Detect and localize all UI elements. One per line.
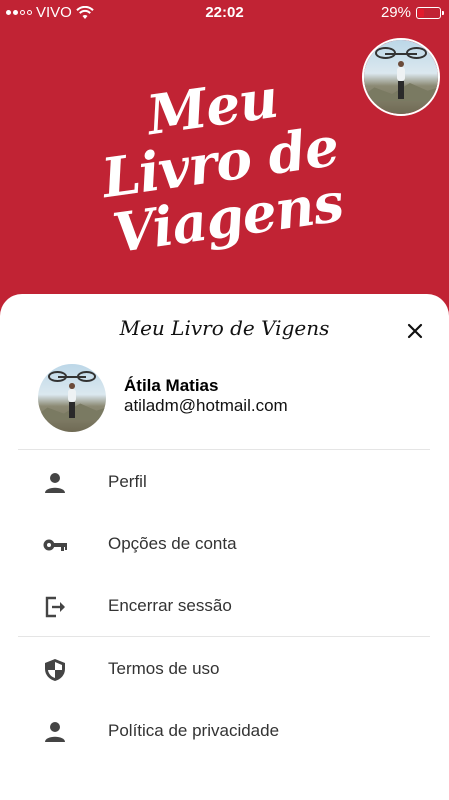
avatar-photo	[38, 364, 106, 432]
menu-item-encerrar-sessao[interactable]: Encerrar sessão	[0, 576, 449, 638]
key-icon	[43, 539, 67, 551]
menu-item-label: Encerrar sessão	[108, 596, 232, 615]
status-bar: VIVO 22:02 29%	[0, 0, 449, 24]
divider	[18, 636, 430, 637]
drawer-title: Meu Livro de Vigens	[119, 316, 330, 340]
battery-icon	[416, 6, 444, 19]
close-icon	[407, 323, 423, 339]
menu-item-label: Opções de conta	[108, 534, 237, 553]
menu-item-label: Perfil	[108, 472, 147, 491]
header-avatar[interactable]	[362, 38, 440, 116]
divider	[18, 449, 430, 450]
menu-item-opcoes-de-conta[interactable]: Opções de conta	[0, 514, 449, 576]
menu-item-label: Termos de uso	[108, 659, 220, 678]
user-email: atiladm@hotmail.com	[124, 396, 288, 415]
account-drawer: Meu Livro de Vigens Átila Matias atiladm…	[0, 294, 449, 800]
menu-item-perfil[interactable]: Perfil	[0, 452, 449, 514]
avatar-photo	[364, 40, 438, 114]
battery-fill	[418, 8, 424, 17]
user-name: Átila Matias	[124, 376, 219, 395]
avatar	[38, 364, 106, 432]
logout-icon	[45, 596, 65, 618]
menu-item-label: Política de privacidade	[108, 721, 280, 740]
shield-icon	[45, 659, 65, 681]
app-logo-title: Meu Livro de Viagens	[98, 65, 347, 266]
menu-item-termos-de-uso[interactable]: Termos de uso	[0, 639, 449, 701]
menu-item-politica-de-privacidade[interactable]: Política de privacidade	[0, 701, 449, 763]
battery-percent: 29%	[380, 4, 411, 21]
close-button[interactable]	[402, 318, 428, 344]
user-profile: Átila Matias atiladm@hotmail.com	[0, 360, 449, 448]
person-icon	[45, 722, 65, 742]
person-icon	[45, 473, 65, 493]
status-right: 29%	[380, 4, 444, 21]
